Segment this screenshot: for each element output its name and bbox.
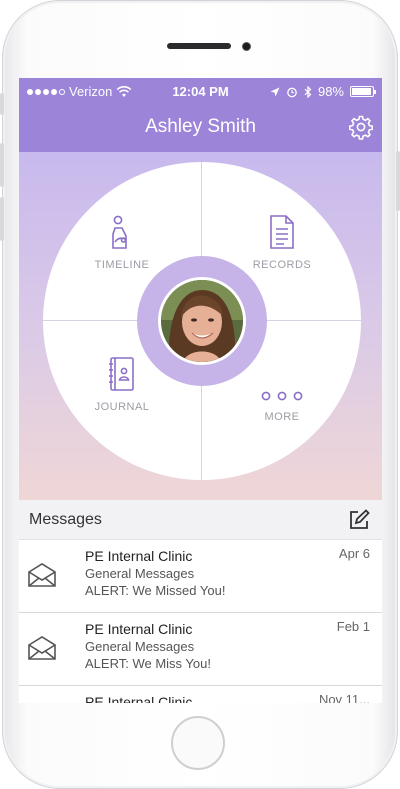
more-icon: [261, 391, 303, 401]
message-preview: ALERT: We Miss You!: [85, 656, 211, 671]
messages-label: Messages: [29, 511, 102, 528]
message-sender: PE Internal Clinic: [85, 621, 193, 637]
message-preview: ALERT: We Missed You!: [85, 583, 226, 598]
journal-label: JOURNAL: [94, 401, 150, 413]
volume-up-button: [0, 143, 4, 187]
profile-hero: TIMELINE RECORDS JOURNAL MORE: [19, 152, 382, 500]
journal-button[interactable]: JOURNAL: [87, 356, 157, 413]
message-category: General Messages: [85, 639, 195, 654]
messages-header: Messages: [19, 500, 382, 540]
location-icon: [270, 87, 280, 96]
mute-switch: [0, 93, 4, 115]
home-button[interactable]: [171, 716, 225, 770]
bluetooth-icon: [304, 85, 312, 98]
power-button: [396, 151, 400, 211]
more-button[interactable]: MORE: [247, 390, 317, 423]
envelope-icon: [28, 563, 56, 587]
message-category: General Messages: [85, 566, 195, 581]
app-header: Verizon 12:04 PM 98% Ashley Smith: [19, 78, 382, 152]
message-row[interactable]: PE Internal Clinic General Messages ALER…: [19, 613, 382, 686]
speaker-grille: [167, 43, 231, 49]
app-screen: Verizon 12:04 PM 98% Ashley Smith TIMELI…: [19, 78, 382, 703]
gear-icon[interactable]: [348, 114, 374, 140]
journal-icon: [109, 357, 134, 391]
records-label: RECORDS: [252, 259, 312, 271]
records-icon: [270, 215, 294, 249]
page-title: Ashley Smith: [145, 116, 256, 137]
timeline-label: TIMELINE: [94, 259, 150, 271]
battery-icon: [350, 86, 376, 97]
more-label: MORE: [264, 411, 300, 423]
envelope-icon: [28, 636, 56, 660]
avatar-ring: [137, 256, 267, 386]
alarm-icon: [287, 87, 297, 97]
message-row[interactable]: PE Internal Clinic Nov 11...: [19, 686, 382, 703]
front-camera: [242, 42, 251, 51]
message-date: Feb 1: [336, 619, 370, 634]
compose-icon[interactable]: [348, 509, 370, 531]
message-sender: PE Internal Clinic: [85, 694, 193, 703]
avatar[interactable]: [158, 277, 246, 365]
message-date: Apr 6: [338, 546, 370, 561]
records-button[interactable]: RECORDS: [247, 214, 317, 271]
navigation-wheel: TIMELINE RECORDS JOURNAL MORE: [43, 162, 361, 480]
volume-down-button: [0, 197, 4, 241]
message-sender: PE Internal Clinic: [85, 548, 193, 564]
battery-percent: 98%: [317, 84, 344, 99]
message-row[interactable]: PE Internal Clinic General Messages ALER…: [19, 540, 382, 613]
timeline-icon: [112, 215, 127, 249]
status-bar: Verizon 12:04 PM 98%: [19, 78, 382, 102]
profile-photo: [161, 280, 243, 362]
message-date: Nov 11...: [318, 692, 370, 703]
timeline-button[interactable]: TIMELINE: [87, 214, 157, 271]
